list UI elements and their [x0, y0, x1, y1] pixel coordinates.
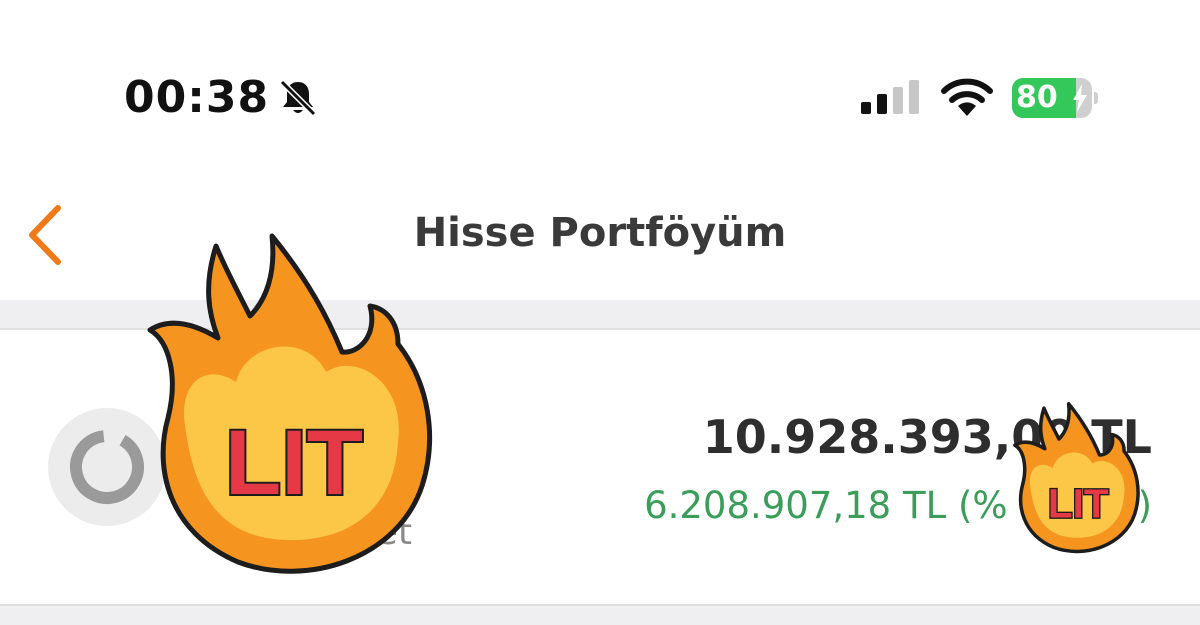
donut-chart-icon	[70, 430, 144, 504]
gain-amount: 6.208.907,18 TL (%	[644, 484, 1008, 527]
signal-icon	[861, 80, 919, 114]
battery-indicator: 80	[1012, 78, 1098, 118]
status-time: 00:38	[124, 72, 270, 123]
bell-slash-icon	[279, 79, 317, 117]
battery-percent: 80	[1016, 80, 1058, 115]
lit-fire-sticker: LIT	[147, 233, 433, 574]
sticker-lit-text: LIT	[225, 412, 363, 514]
lit-fire-sticker: LIT	[1013, 402, 1140, 554]
signal-bar	[909, 80, 919, 114]
charging-bolt-icon	[1073, 84, 1087, 112]
signal-bar	[893, 87, 903, 114]
signal-bar	[877, 94, 887, 114]
signal-bar	[861, 102, 871, 114]
section-divider	[0, 604, 1200, 625]
wifi-icon	[941, 78, 993, 116]
sticker-lit-text: LIT	[1048, 480, 1109, 526]
